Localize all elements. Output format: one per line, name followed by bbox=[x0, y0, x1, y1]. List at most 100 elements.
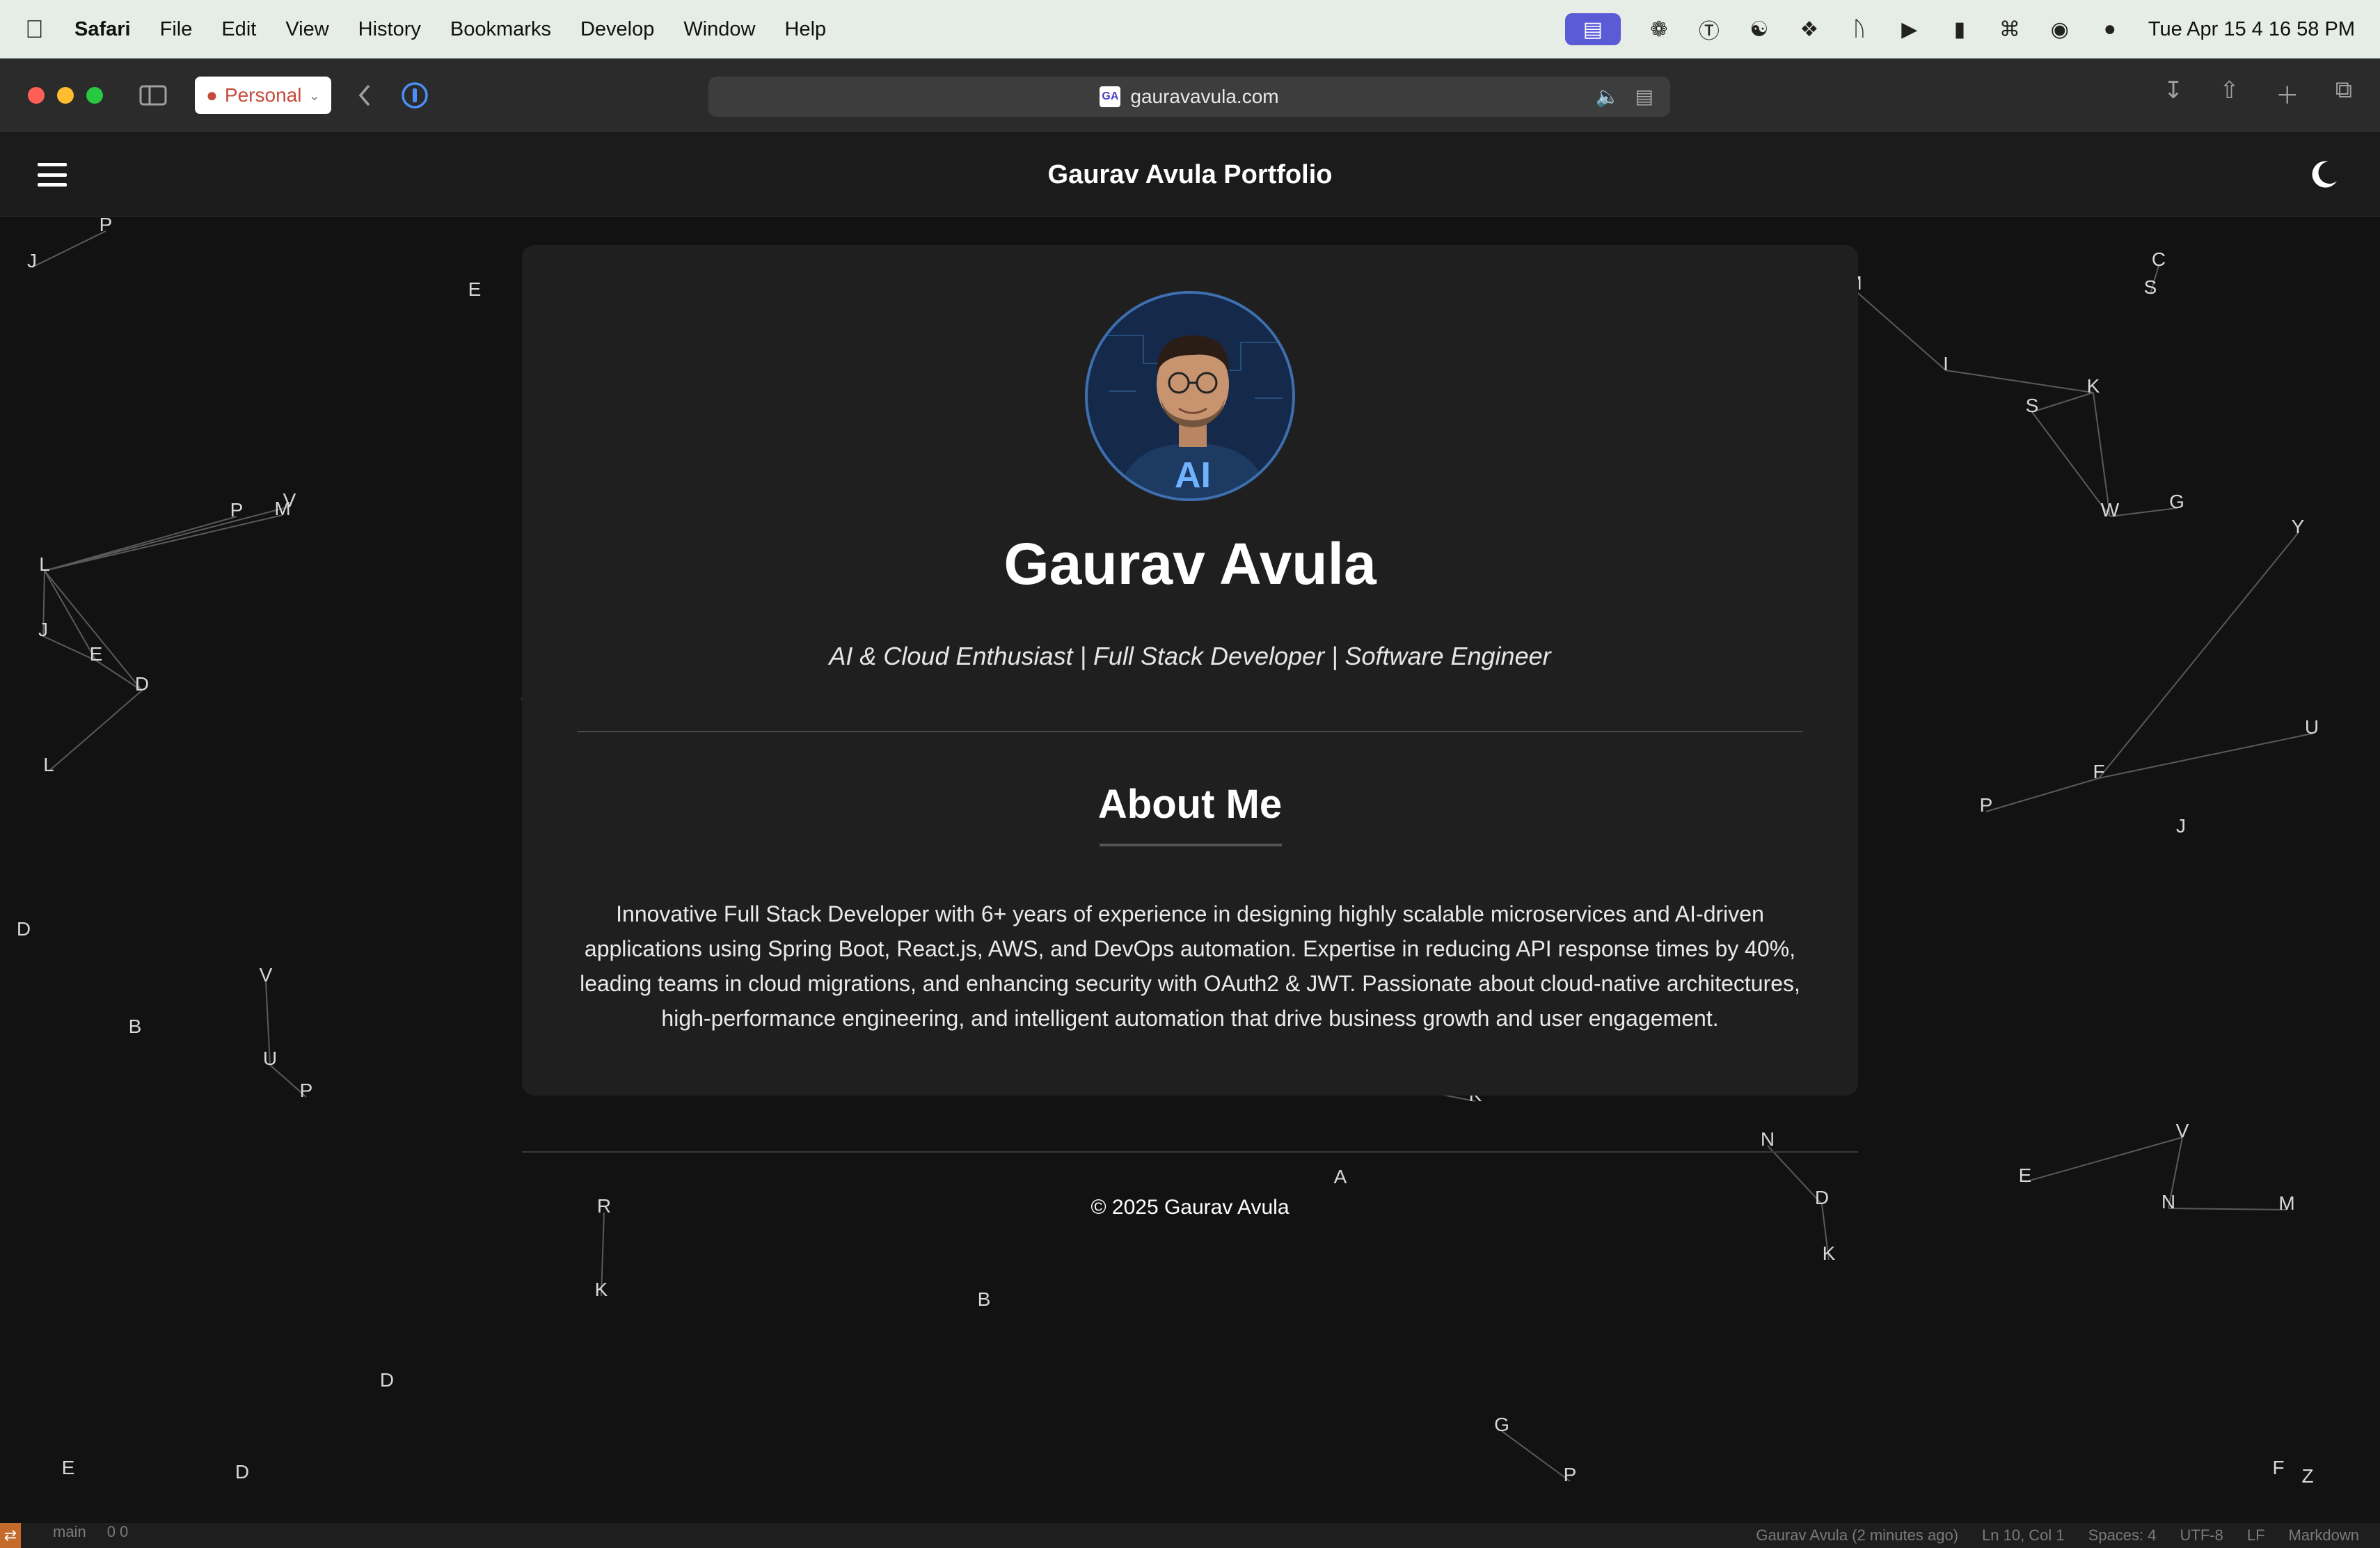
remote-indicator-icon[interactable]: ⇄ bbox=[0, 1523, 21, 1548]
profile-switcher[interactable]: ● Personal ⌄ bbox=[195, 77, 332, 114]
background-letter-34: P bbox=[1980, 794, 1993, 816]
menu-view[interactable]: View bbox=[285, 18, 328, 41]
menu-window[interactable]: Window bbox=[683, 18, 755, 41]
footer-divider bbox=[522, 1151, 1858, 1153]
background-letter-19: D bbox=[380, 1369, 394, 1391]
background-letter-7: J bbox=[38, 619, 48, 640]
chatgpt-icon[interactable]: ❁ bbox=[1647, 17, 1671, 41]
back-icon[interactable] bbox=[356, 83, 373, 108]
background-letter-5: P bbox=[230, 499, 244, 521]
web-page: PJEVMPLJEDLDVBUPRKBDEDCSMLIKSWGYUFPJYWIQ… bbox=[0, 134, 2380, 1523]
menu-help[interactable]: Help bbox=[785, 18, 827, 41]
network-edge-7 bbox=[44, 570, 143, 691]
menu-extras: ▤ ❁ Ⓣ ☯ ❖ ᚢ ▶ ▮ ⌘ ◉ ● Tue Apr 15 4 16 58… bbox=[1564, 13, 2355, 45]
background-letter-63: Z bbox=[2301, 1465, 2313, 1487]
background-letter-2: E bbox=[468, 278, 482, 300]
network-edge-3 bbox=[44, 516, 237, 571]
background-letter-31: Y bbox=[2292, 516, 2305, 537]
menu-history[interactable]: History bbox=[358, 18, 421, 41]
site-header: Gaurav Avula Portfolio bbox=[0, 134, 2380, 217]
network-edge-9 bbox=[48, 690, 143, 772]
background-letter-53: N bbox=[1761, 1128, 1775, 1150]
background-letter-62: F bbox=[2272, 1457, 2284, 1478]
site-favicon: GA bbox=[1100, 86, 1121, 107]
menu-clock[interactable]: Tue Apr 15 4 16 58 PM bbox=[2148, 18, 2355, 41]
bluetooth-icon[interactable]: ᚢ bbox=[1848, 17, 1871, 41]
hamburger-menu-icon[interactable] bbox=[38, 160, 67, 189]
background-letter-17: K bbox=[595, 1279, 608, 1300]
background-letter-9: D bbox=[135, 673, 149, 695]
background-letter-22: C bbox=[2152, 248, 2166, 270]
background-letter-59: M bbox=[2278, 1192, 2294, 1214]
window-controls bbox=[28, 87, 103, 104]
background-letter-10: L bbox=[43, 754, 54, 775]
menu-bookmarks[interactable]: Bookmarks bbox=[450, 18, 551, 41]
menu-app-name[interactable]: Safari bbox=[74, 18, 131, 41]
screen-mirroring-icon[interactable]: ▤ bbox=[1564, 13, 1621, 45]
background-letter-52: A bbox=[1334, 1166, 1347, 1187]
network-edge-15 bbox=[1945, 370, 2094, 393]
apple-menu-icon[interactable]:  bbox=[25, 15, 44, 44]
background-letter-56: E bbox=[2019, 1164, 2032, 1186]
battery-icon[interactable]: ▮ bbox=[1948, 17, 1972, 41]
profile-name: Gaurav Avula bbox=[1003, 531, 1377, 597]
browser-toolbar: ● Personal ⌄ GA gauravavula.com 🔈 ▤ ↧ ⇧ … bbox=[0, 58, 2380, 134]
control-center-icon[interactable]: ◉ bbox=[2048, 17, 2072, 41]
background-letter-55: K bbox=[1823, 1242, 1836, 1264]
person-icon: ● bbox=[206, 84, 218, 106]
close-window-button[interactable] bbox=[28, 87, 45, 104]
background-letter-23: S bbox=[2144, 276, 2157, 298]
macos-menu-bar:  Safari File Edit View History Bookmark… bbox=[0, 0, 2380, 58]
avatar-shirt-text: AI bbox=[1175, 455, 1211, 496]
profile-label: Personal bbox=[224, 84, 302, 106]
problems-count[interactable]: 0 0 bbox=[107, 1523, 129, 1548]
wifi-icon[interactable]: ⌘ bbox=[1998, 17, 2022, 41]
site-title[interactable]: Gaurav Avula Portfolio bbox=[1048, 160, 1333, 190]
network-edge-22 bbox=[1985, 777, 2100, 812]
git-blame[interactable]: Gaurav Avula (2 minutes ago) bbox=[1756, 1526, 1958, 1545]
background-letter-11: D bbox=[17, 918, 31, 940]
zoom-window-button[interactable] bbox=[86, 87, 103, 104]
audio-playing-icon[interactable]: 🔈 bbox=[1596, 85, 1620, 108]
indentation[interactable]: Spaces: 4 bbox=[2088, 1526, 2157, 1545]
play-icon[interactable]: ▶ bbox=[1898, 17, 1921, 41]
menu-edit[interactable]: Edit bbox=[221, 18, 256, 41]
menu-file[interactable]: File bbox=[160, 18, 193, 41]
new-tab-icon[interactable]: ＋ bbox=[2276, 77, 2299, 111]
menu-develop[interactable]: Develop bbox=[580, 18, 654, 41]
network-edge-21 bbox=[2098, 733, 2312, 779]
address-bar[interactable]: GA gauravavula.com 🔈 ▤ bbox=[708, 77, 1670, 117]
onepassword-icon[interactable] bbox=[401, 81, 429, 109]
airpods-icon[interactable]: ☯ bbox=[1747, 17, 1771, 41]
tab-overview-icon[interactable]: ⧉ bbox=[2335, 77, 2352, 111]
share-icon[interactable]: ⇧ bbox=[2219, 77, 2239, 111]
network-edge-0 bbox=[31, 230, 106, 268]
language-mode[interactable]: Markdown bbox=[2289, 1526, 2359, 1545]
dropbox-icon[interactable]: ❖ bbox=[1798, 17, 1821, 41]
git-branch[interactable]: main bbox=[53, 1523, 86, 1548]
file-encoding[interactable]: UTF-8 bbox=[2180, 1526, 2223, 1545]
avatar: AI bbox=[1085, 291, 1295, 501]
about-text: Innovative Full Stack Developer with 6+ … bbox=[580, 901, 1800, 1031]
background-letter-28: S bbox=[2026, 395, 2039, 416]
password-icon[interactable]: Ⓣ bbox=[1697, 17, 1721, 43]
reader-icon[interactable]: ▤ bbox=[1635, 85, 1653, 108]
network-edge-6 bbox=[44, 570, 97, 661]
background-letter-15: P bbox=[300, 1080, 313, 1101]
background-letter-20: E bbox=[62, 1457, 75, 1478]
line-ending[interactable]: LF bbox=[2247, 1526, 2265, 1545]
sidebar-toggle-icon[interactable] bbox=[139, 84, 167, 106]
background-letter-8: E bbox=[90, 643, 103, 665]
siri-icon[interactable]: ● bbox=[2098, 17, 2122, 41]
background-letter-58: N bbox=[2161, 1191, 2175, 1213]
background-letter-32: U bbox=[2305, 716, 2319, 738]
cursor-position[interactable]: Ln 10, Col 1 bbox=[1982, 1526, 2065, 1545]
url-text[interactable]: gauravavula.com bbox=[1130, 86, 1278, 108]
downloads-icon[interactable]: ↧ bbox=[2164, 77, 2184, 111]
background-letter-4: M bbox=[274, 498, 290, 519]
dark-mode-toggle-icon[interactable] bbox=[2308, 157, 2341, 191]
background-letter-60: G bbox=[1494, 1414, 1509, 1435]
background-letter-30: G bbox=[2169, 491, 2184, 512]
minimize-window-button[interactable] bbox=[57, 87, 74, 104]
network-edge-14 bbox=[1853, 289, 1946, 371]
